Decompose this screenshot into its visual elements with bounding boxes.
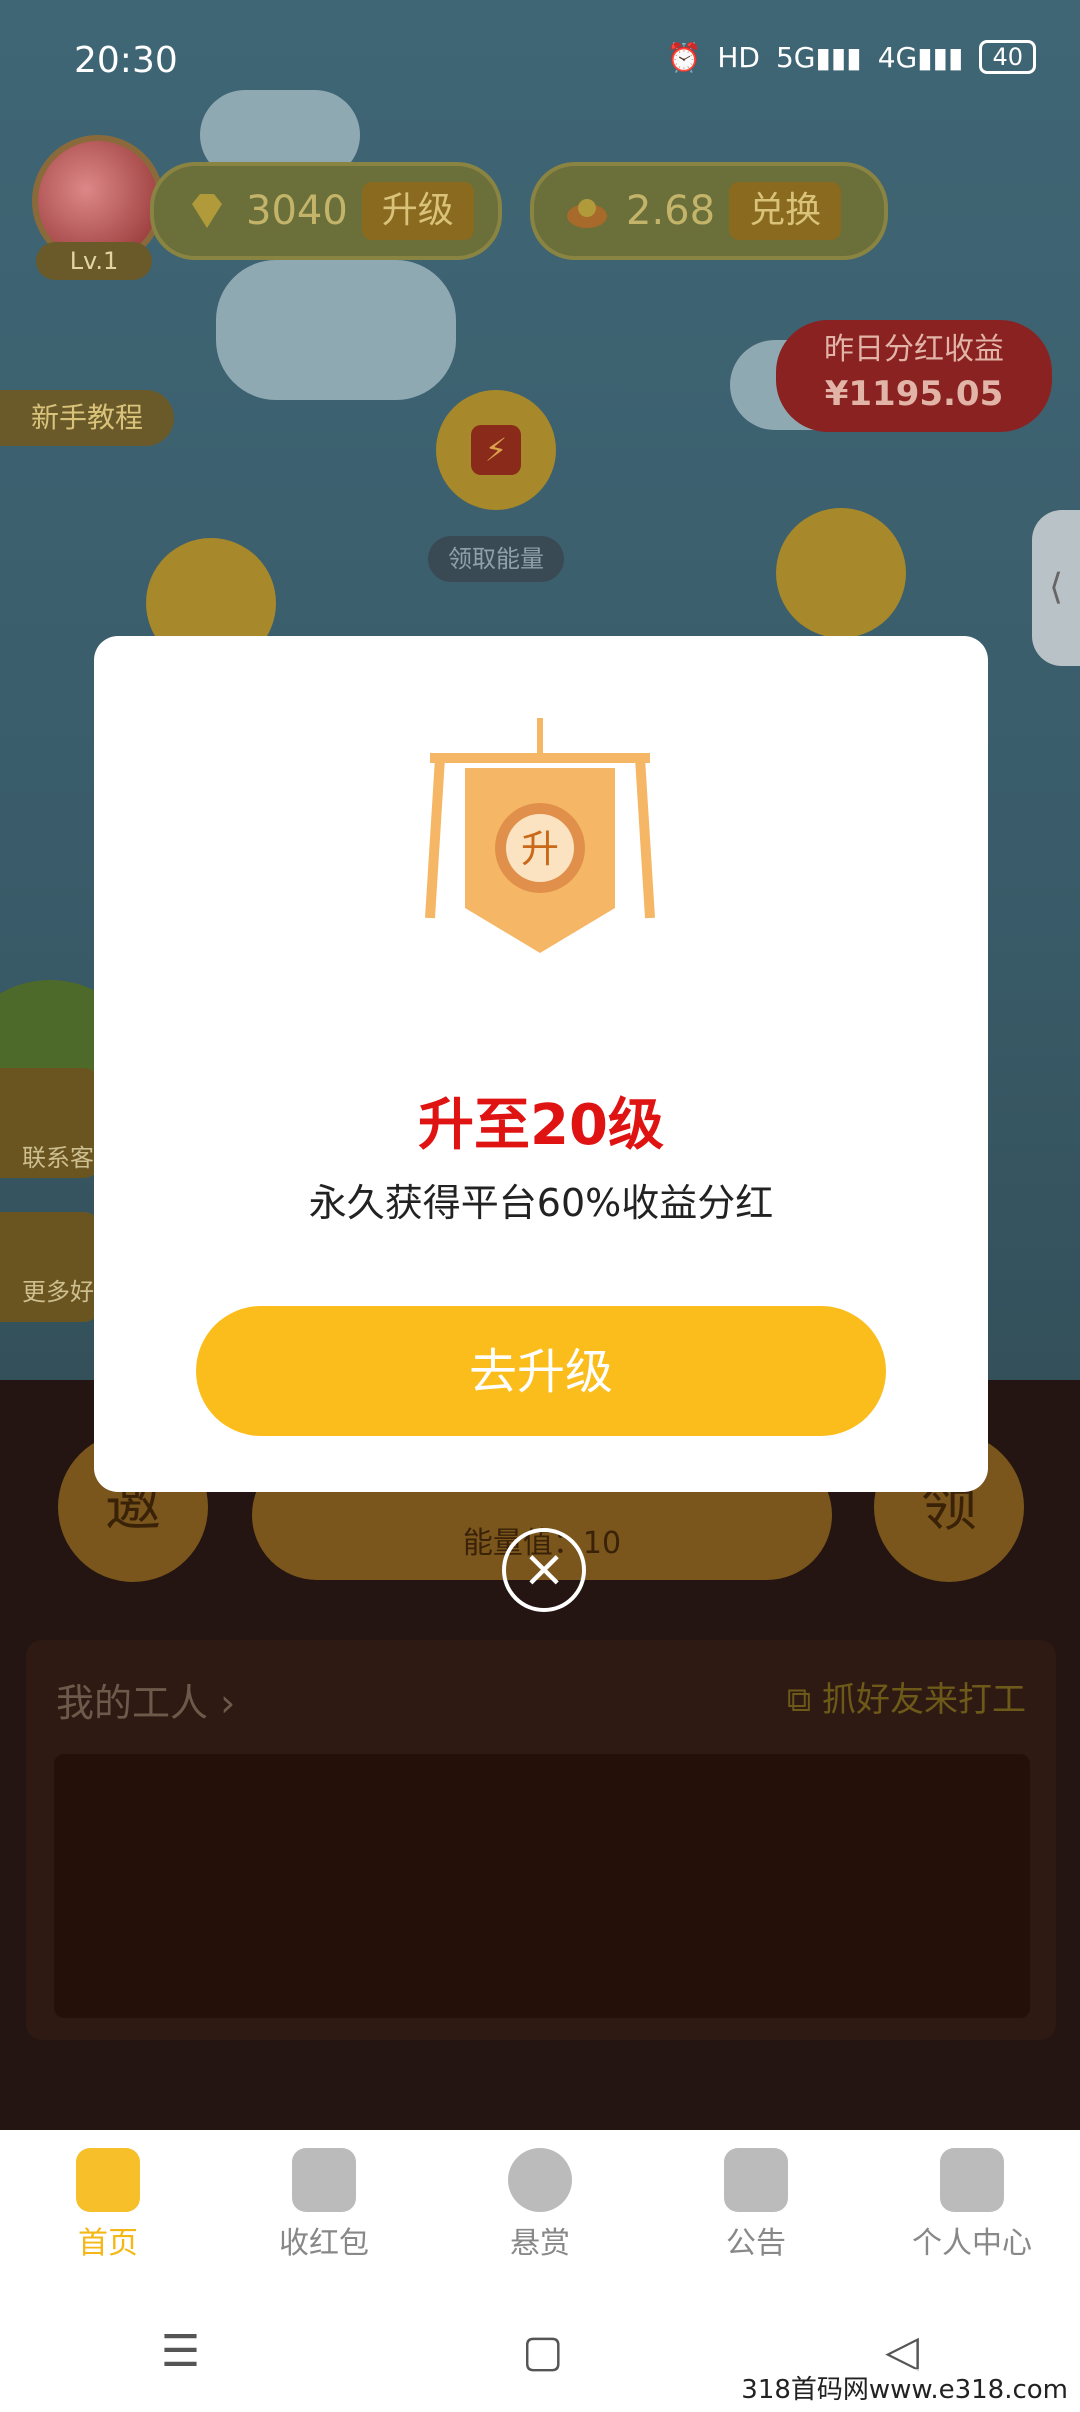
close-icon[interactable]: × [502,1528,586,1612]
nav-label: 收红包 [279,2226,369,2261]
watermark: 318首码网www.e318.com [741,2369,1068,2406]
upgrade-banner-icon: 升 [425,718,655,953]
menu-icon[interactable]: ☰ [161,2326,200,2377]
nav-label: 悬赏 [510,2226,570,2261]
profile-icon [940,2148,1004,2212]
money-bag-icon [508,2148,572,2212]
modal-subtitle: 永久获得平台60%收益分红 [308,1181,774,1225]
nav-label: 首页 [78,2226,138,2261]
modal-title: 升至20级 [418,1093,664,1158]
nav-label: 个人中心 [912,2226,1032,2261]
nav-home[interactable]: 首页 [0,2130,216,2290]
nav-notice[interactable]: 公告 [648,2130,864,2290]
red-packet-icon [292,2148,356,2212]
nav-profile[interactable]: 个人中心 [864,2130,1080,2290]
home-square-icon[interactable]: ▢ [522,2326,564,2377]
bottom-nav: 首页 收红包 悬赏 公告 个人中心 [0,2130,1080,2290]
nav-bounty[interactable]: 悬赏 [432,2130,648,2290]
home-icon [76,2148,140,2212]
banner-char: 升 [521,827,559,871]
nav-label: 公告 [726,2226,786,2261]
go-upgrade-button[interactable]: 去升级 [196,1306,886,1436]
nav-red-packet[interactable]: 收红包 [216,2130,432,2290]
notice-icon [724,2148,788,2212]
